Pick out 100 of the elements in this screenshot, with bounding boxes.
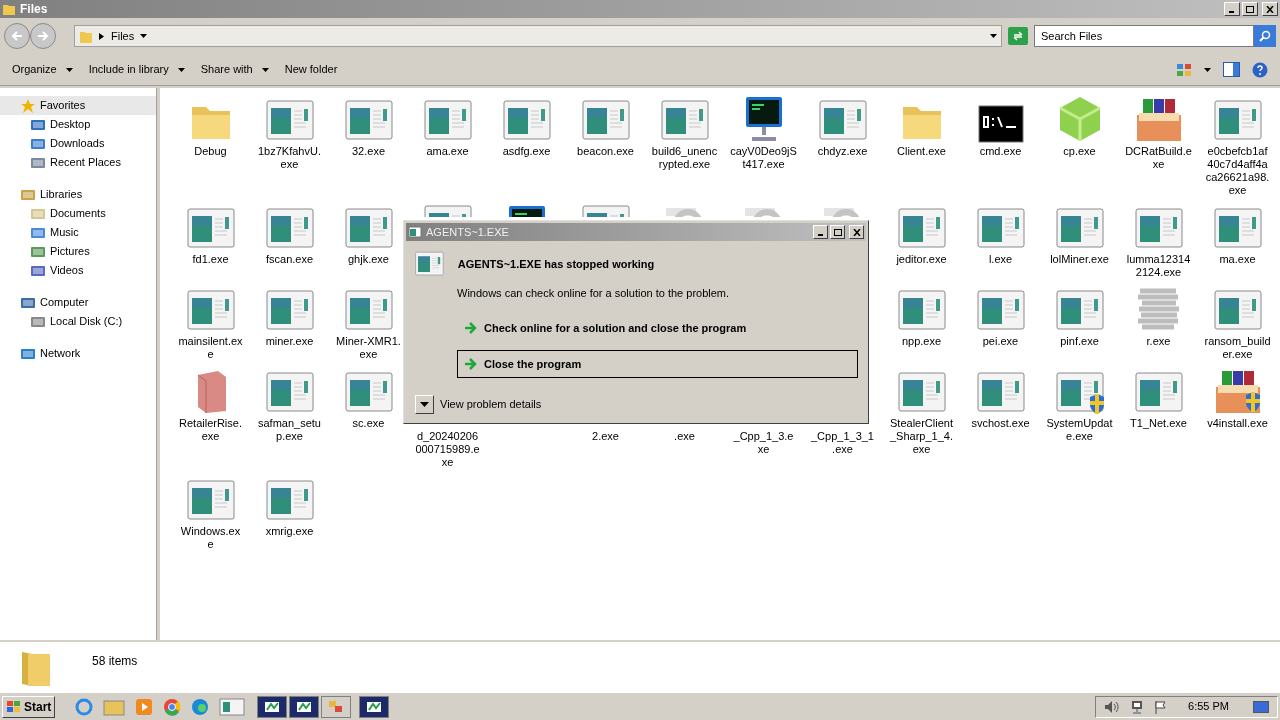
nav-item[interactable]: Pictures [0,242,156,261]
program-icon [423,99,472,143]
maximize-button[interactable] [830,225,845,239]
file-name[interactable]: svchost.exe [971,417,1030,430]
forward-button[interactable] [30,23,56,49]
nav-item[interactable]: Libraries [0,185,156,204]
nav-item[interactable]: Desktop [0,115,156,134]
window-icon[interactable] [219,697,246,716]
refresh-button[interactable] [1008,27,1028,45]
file-name[interactable]: cp.exe [1063,145,1096,158]
taskbar-button[interactable] [257,695,288,718]
file-name[interactable]: v4install.exe [1207,417,1268,430]
program-icon [581,99,630,143]
dialog-option[interactable]: Check online for a solution and close the program [457,313,858,342]
network-icon[interactable] [1130,699,1145,714]
file-name[interactable]: StealerClient _Sharp_1_4. exe [890,417,953,456]
taskbar-button[interactable] [289,695,320,718]
file-name[interactable]: lumma12314 2124.exe [1126,253,1191,279]
program-icon [265,371,314,415]
file-name[interactable]: pei.exe [982,335,1019,348]
flag-icon[interactable] [1154,699,1169,714]
nav-item[interactable]: Downloads [0,134,156,153]
media-player-icon[interactable] [135,697,154,716]
file-name[interactable]: DCRatBuild.e xe [1125,145,1192,171]
program-icon [344,289,393,333]
file-name[interactable]: SystemUpdat e.exe [1046,417,1113,443]
file-name[interactable]: fscan.exe [265,253,314,266]
address-field[interactable]: Files [74,25,1002,47]
file-name[interactable]: chdyz.exe [817,145,868,158]
start-button[interactable]: Start [2,695,56,718]
terminal-icon [977,105,1024,143]
details-toggle-button[interactable] [415,394,434,414]
nav-item[interactable]: Documents [0,204,156,223]
preview-pane-icon[interactable] [1223,62,1240,77]
file-name[interactable]: 32.exe [352,145,385,158]
nav-item[interactable]: Network [0,344,156,363]
toolbar-menu[interactable]: Include in library [80,57,193,82]
back-button[interactable] [4,23,30,49]
window-title: Files [20,1,48,18]
nav-item[interactable]: Recent Places [0,153,156,172]
path-segment[interactable]: Files [111,27,135,45]
file-name[interactable]: Client.exe [897,145,946,158]
file-name[interactable]: sc.exe [352,417,385,430]
nav-item[interactable]: Favorites [0,96,156,115]
file-name[interactable]: jeditor.exe [896,253,947,266]
chevron-icon [99,32,105,40]
file-name[interactable]: ama.exe [426,145,469,158]
file-name[interactable]: Windows.ex e [180,525,241,551]
file-name[interactable]: Debug [194,145,227,158]
file-name[interactable]: pinf.exe [1060,335,1099,348]
file-name[interactable]: r.exe [1146,335,1171,348]
nav-item[interactable]: Music [0,223,156,242]
file-name[interactable]: cayV0Deo9jS t417.exe [730,145,797,171]
file-name[interactable]: xmrig.exe [265,525,314,538]
nav-item[interactable]: Computer [0,293,156,312]
file-name[interactable]: beacon.exe [577,145,634,158]
file-name[interactable]: ghjk.exe [348,253,389,266]
nav-item[interactable]: Videos [0,261,156,280]
show-desktop-icon[interactable] [1253,699,1269,714]
close-button[interactable] [849,225,864,239]
item-count: 58 items [92,653,138,670]
file-name[interactable]: asdfg.exe [502,145,551,158]
file-name[interactable]: fd1.exe [192,253,229,266]
file-name[interactable]: miner.exe [265,335,314,348]
view-icon[interactable] [1176,62,1192,77]
minimize-button[interactable] [1224,2,1240,16]
file-name[interactable]: e0cbefcb1af 40c7d4aff4a ca26621a98. exe [1205,145,1270,197]
arrow-icon [464,357,478,370]
close-button[interactable] [1262,2,1278,16]
file-name[interactable]: npp.exe [901,335,942,348]
toolbar-menu[interactable]: Share with [192,57,277,82]
file-name[interactable]: lolMiner.exe [1050,253,1109,266]
search-field[interactable]: Search Files [1034,25,1254,47]
program-icon [1213,207,1262,251]
nav-item[interactable]: Local Disk (C:) [0,312,156,331]
program-icon [344,99,393,143]
file-name[interactable]: T1_Net.exe [1130,417,1187,430]
speaker-icon[interactable] [1104,699,1121,714]
toolbar-menu[interactable]: Organize [4,57,81,82]
toolbar-menu[interactable]: New folder [276,57,346,82]
file-name[interactable]: safman_setu p.exe [258,417,321,443]
file-name[interactable]: Miner-XMR1. exe [336,335,401,361]
file-name[interactable]: mainsilent.ex e [178,335,243,361]
file-name[interactable]: build6_unenc rypted.exe [651,145,718,171]
caret-icon [1204,67,1211,72]
chrome-icon[interactable] [163,697,182,716]
help-icon[interactable] [1252,61,1268,78]
taskbar-button[interactable] [359,695,390,718]
search-button[interactable] [1254,25,1276,47]
file-name[interactable]: l.exe [988,253,1013,266]
scribble-icon [1135,287,1182,333]
maximize-button[interactable] [1242,2,1258,16]
file-name[interactable]: ransom_build er.exe [1204,335,1271,361]
file-name[interactable]: 1bz7KfahvU. exe [258,145,321,171]
file-name[interactable]: cmd.exe [979,145,1022,158]
file-name[interactable]: ma.exe [1219,253,1256,266]
close-icon [1266,5,1274,13]
dialog-option[interactable]: Close the program [457,349,858,378]
minimize-button[interactable] [813,225,828,239]
file-name[interactable]: RetailerRise. exe [179,417,242,443]
